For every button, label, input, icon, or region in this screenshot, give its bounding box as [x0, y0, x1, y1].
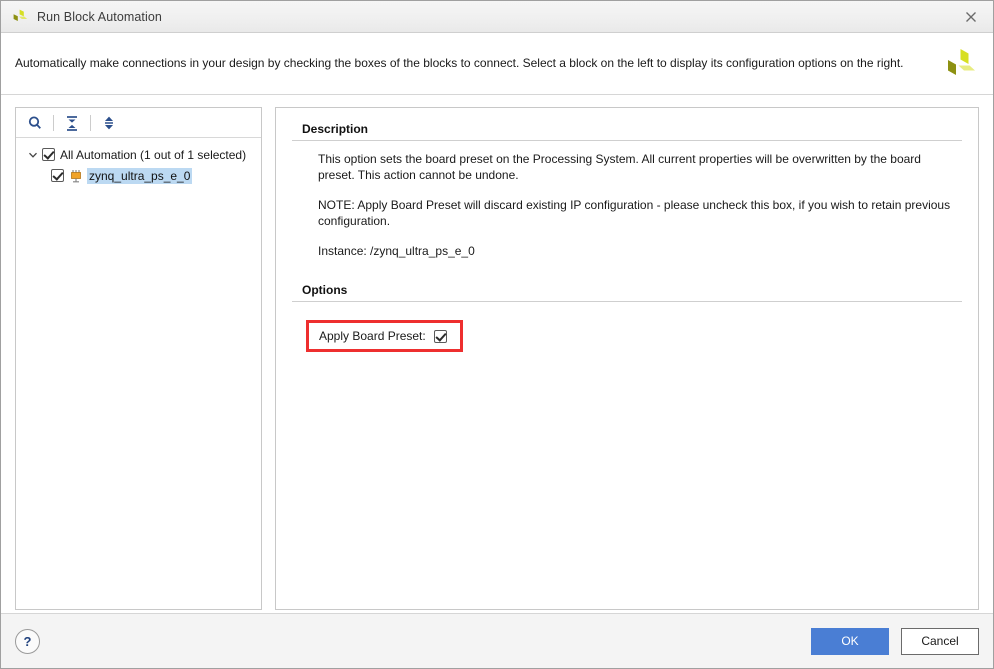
cancel-button[interactable]: Cancel [901, 628, 979, 655]
description-instance: Instance: /zynq_ultra_ps_e_0 [318, 243, 954, 259]
vivado-logo-icon [941, 46, 979, 84]
description-note: NOTE: Apply Board Preset will discard ex… [318, 197, 954, 229]
run-block-automation-dialog: Run Block Automation Automatically make … [0, 0, 994, 669]
help-button[interactable]: ? [15, 629, 40, 654]
checkbox-zynq-ultra-ps-e-0[interactable] [51, 169, 64, 182]
collapse-all-icon[interactable] [59, 111, 85, 135]
ip-block-icon [69, 169, 83, 183]
expand-all-icon[interactable] [96, 111, 122, 135]
description-header: Description [302, 122, 962, 136]
tree-row-zynq-ultra-ps-e-0[interactable]: zynq_ultra_ps_e_0 [16, 165, 261, 186]
tree-label-zynq-ultra-ps-e-0: zynq_ultra_ps_e_0 [87, 168, 192, 184]
options-divider [292, 301, 962, 302]
apply-board-preset-row[interactable]: Apply Board Preset: [306, 320, 463, 352]
ok-button[interactable]: OK [811, 628, 889, 655]
automation-tree: All Automation (1 out of 1 selected) [16, 138, 261, 609]
toolbar-divider [53, 115, 54, 131]
details-panel: Description This option sets the board p… [275, 107, 979, 610]
banner-text: Automatically make connections in your d… [15, 56, 904, 71]
checkbox-all-automation[interactable] [42, 148, 55, 161]
search-icon[interactable] [22, 111, 48, 135]
options-section: Options Apply Board Preset: [292, 283, 962, 352]
toolbar-divider [90, 115, 91, 131]
dialog-body: All Automation (1 out of 1 selected) [1, 95, 993, 613]
description-divider [292, 140, 962, 141]
description-body: This option sets the board preset on the… [318, 151, 954, 259]
tree-toolbar [16, 108, 261, 138]
vivado-logo-icon [11, 8, 29, 26]
apply-board-preset-checkbox[interactable] [434, 330, 447, 343]
title-bar: Run Block Automation [1, 1, 993, 33]
window-title: Run Block Automation [37, 10, 162, 24]
chevron-down-icon[interactable] [26, 148, 40, 162]
close-icon[interactable] [949, 1, 993, 32]
tree-row-all-automation[interactable]: All Automation (1 out of 1 selected) [16, 144, 261, 165]
options-header: Options [302, 283, 962, 297]
tree-label-all-automation: All Automation (1 out of 1 selected) [60, 148, 246, 162]
instruction-banner: Automatically make connections in your d… [1, 33, 993, 95]
apply-board-preset-label: Apply Board Preset: [319, 329, 426, 343]
description-paragraph: This option sets the board preset on the… [318, 151, 954, 183]
dialog-footer: ? OK Cancel [1, 613, 993, 668]
automation-tree-panel: All Automation (1 out of 1 selected) [15, 107, 262, 610]
